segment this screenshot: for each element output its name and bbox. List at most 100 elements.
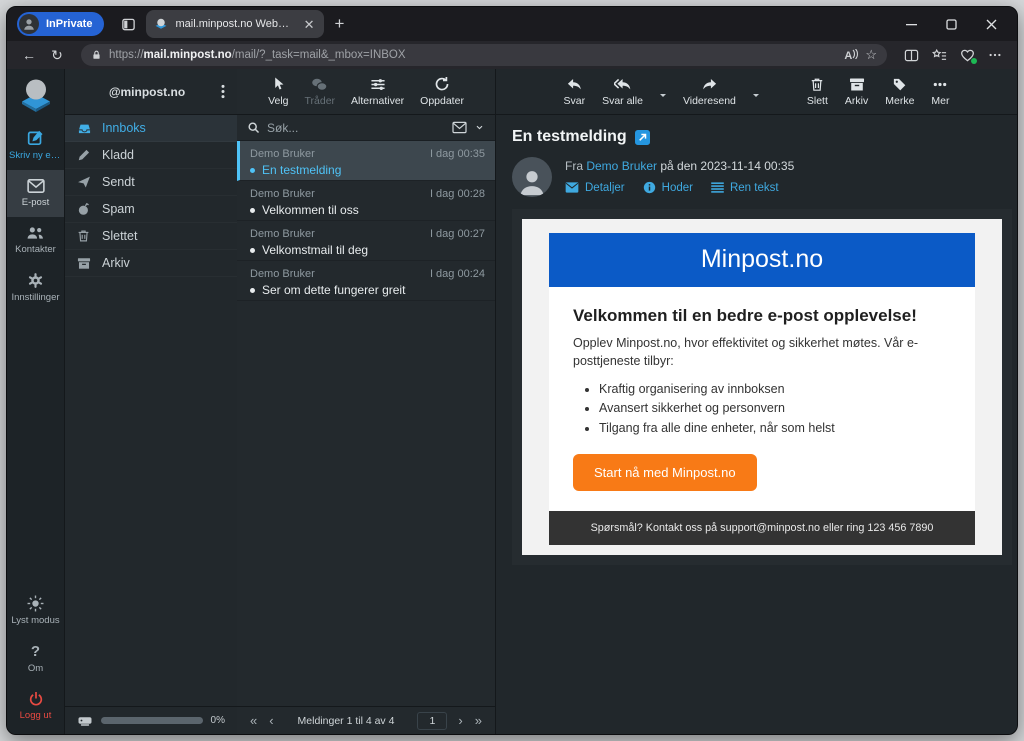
folder-options-kebab-icon[interactable] [215, 80, 231, 103]
archive-box-icon [849, 77, 865, 92]
delete-label: Slett [807, 95, 828, 107]
window-maximize-button[interactable] [931, 9, 971, 39]
message-row[interactable]: Demo BrukerI dag 00:24 Ser om dette fung… [237, 261, 495, 301]
folder-spam-label: Spam [102, 202, 135, 216]
inprivate-label: InPrivate [46, 18, 92, 30]
collections-icon[interactable] [927, 44, 951, 66]
quota-bar: 0% [65, 706, 237, 734]
tab-workspaces-icon[interactable] [114, 10, 142, 38]
email-brand-banner: Minpost.no [549, 233, 975, 287]
taskmenu-settings-label: Innstillinger [9, 293, 62, 304]
folder-sent[interactable]: Sendt [65, 169, 237, 196]
delete-button[interactable]: Slett [807, 77, 828, 107]
taskmenu-mail[interactable]: E-post [7, 170, 64, 217]
essentials-status-dot [971, 58, 977, 64]
folder-archive[interactable]: Arkiv [65, 250, 237, 277]
last-page-icon[interactable]: » [470, 713, 487, 728]
forward-menu-caret-icon[interactable] [753, 94, 759, 100]
search-scope-envelope-icon[interactable] [452, 121, 467, 134]
inprivate-badge[interactable]: InPrivate [17, 12, 104, 36]
address-bar[interactable]: https://mail.minpost.no/mail/?_task=mail… [81, 44, 887, 66]
from-name[interactable]: Demo Bruker [586, 159, 657, 173]
desktop: InPrivate mail.minpost.no Webmail :: Inn… [0, 0, 1024, 741]
folder-drafts[interactable]: Kladd [65, 142, 237, 169]
taskmenu-settings[interactable]: Innstillinger [7, 264, 64, 312]
subject-row: En testmelding [512, 128, 1001, 146]
email-feature-list: Kraftig organisering av innboksen Avanse… [599, 380, 951, 438]
url-scheme: https:// [109, 49, 144, 61]
message-view-panel: Svar Svar alle Videresend [496, 69, 1017, 734]
message-row[interactable]: Demo BrukerI dag 00:35 En testmelding [237, 141, 495, 181]
reply-button[interactable]: Svar [563, 77, 585, 107]
open-in-new-window-icon[interactable] [635, 130, 650, 145]
reply-all-button[interactable]: Svar alle [602, 77, 643, 107]
search-options-chevron-icon[interactable] [474, 123, 485, 132]
lightmode-label: Lyst modus [9, 616, 62, 627]
taskmenu-contacts-label: Kontakter [9, 245, 62, 256]
forward-label: Videresend [683, 95, 736, 107]
mark-button[interactable]: Merke [885, 77, 914, 107]
search-bar[interactable] [237, 115, 495, 141]
trash-icon [77, 229, 92, 243]
folder-inbox[interactable]: Innboks [65, 115, 237, 142]
split-screen-icon[interactable] [899, 44, 923, 66]
browser-window: InPrivate mail.minpost.no Webmail :: Inn… [6, 6, 1018, 735]
email-footer: Spørsmål? Kontakt oss på support@minpost… [549, 511, 975, 545]
plaintext-link[interactable]: Ren tekst [711, 181, 779, 194]
folder-sent-label: Sendt [102, 175, 135, 189]
browser-essentials-icon[interactable] [955, 44, 979, 66]
reply-all-menu-caret-icon[interactable] [660, 94, 666, 100]
compose-button[interactable]: Skriv ny e-p... [7, 121, 64, 170]
refresh-list-button[interactable]: Oppdater [420, 76, 464, 107]
pagination-bar: « ‹ Meldinger 1 til 4 av 4 › » [237, 706, 495, 734]
select-label: Velg [268, 95, 288, 107]
search-input[interactable] [267, 121, 445, 135]
folder-inbox-label: Innboks [102, 121, 146, 135]
storage-disk-icon [77, 714, 93, 727]
message-subject: En testmelding [262, 163, 341, 177]
first-page-icon[interactable]: « [245, 713, 262, 728]
message-row[interactable]: Demo BrukerI dag 00:27 Velkomstmail til … [237, 221, 495, 261]
more-button[interactable]: Mer [931, 77, 949, 107]
about-label: Om [9, 664, 62, 675]
message-subject: Velkomstmail til deg [262, 243, 368, 257]
logout-button[interactable]: Logg ut [7, 683, 64, 734]
window-close-button[interactable] [971, 9, 1011, 39]
details-link[interactable]: Detaljer [565, 181, 625, 194]
threads-button[interactable]: Tråder [305, 77, 336, 107]
message-row[interactable]: Demo BrukerI dag 00:28 Velkommen til oss [237, 181, 495, 221]
new-tab-button[interactable]: + [324, 14, 354, 34]
next-page-icon[interactable]: › [453, 713, 467, 728]
reply-all-icon [614, 77, 632, 92]
compose-label: Skriv ny e-p... [9, 151, 62, 162]
forward-button[interactable]: Videresend [683, 77, 736, 107]
logout-label: Logg ut [9, 711, 62, 722]
select-button[interactable]: Velg [268, 76, 288, 107]
prev-page-icon[interactable]: ‹ [264, 713, 278, 728]
refresh-icon[interactable]: ↻ [45, 44, 69, 66]
back-icon[interactable]: ← [17, 44, 41, 66]
options-button[interactable]: Alternativer [351, 77, 404, 107]
archive-button[interactable]: Arkiv [845, 77, 868, 107]
taskmenu-contacts[interactable]: Kontakter [7, 217, 64, 264]
sender-avatar [512, 157, 552, 197]
tab-close-icon[interactable]: ✕ [300, 16, 319, 33]
browser-menu-icon[interactable] [983, 44, 1007, 66]
threads-label: Tråder [305, 95, 336, 107]
lock-icon[interactable] [91, 49, 102, 61]
folder-spam[interactable]: Spam [65, 196, 237, 223]
read-aloud-icon[interactable]: A [844, 49, 858, 62]
message-subject-title: En testmelding [512, 128, 627, 146]
headers-link[interactable]: Hoder [643, 181, 693, 194]
unread-dot [250, 288, 255, 293]
browser-tab[interactable]: mail.minpost.no Webmail :: Innboks ✕ [146, 10, 324, 38]
archive-icon [77, 257, 92, 270]
about-button[interactable]: ? Om [7, 635, 64, 683]
lightmode-toggle[interactable]: Lyst modus [7, 587, 64, 635]
reply-all-label: Svar alle [602, 95, 643, 107]
favorite-star-icon[interactable]: ☆ [865, 47, 877, 63]
window-minimize-button[interactable] [891, 9, 931, 39]
page-number-input[interactable] [417, 712, 447, 730]
email-cta-button[interactable]: Start nå med Minpost.no [573, 454, 757, 491]
folder-trash[interactable]: Slettet [65, 223, 237, 250]
